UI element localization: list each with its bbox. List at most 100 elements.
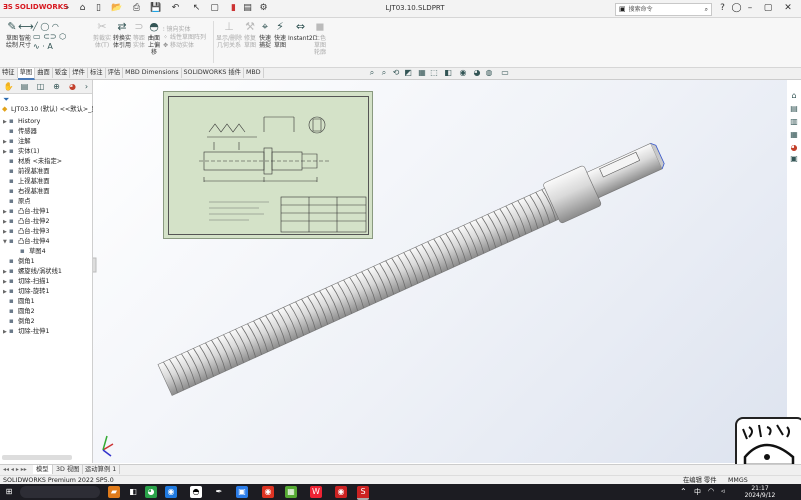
taskbar-search-box[interactable] bbox=[20, 486, 100, 498]
tree-item[interactable]: ▪ 圆角1 bbox=[3, 296, 35, 306]
chat-taskbar-icon[interactable]: ◧ bbox=[127, 486, 139, 498]
save-icon[interactable]: 💾 bbox=[150, 3, 161, 14]
display-relations-button[interactable]: ⊥ 显示/删除 几何关系 bbox=[216, 20, 242, 49]
graphics-area[interactable] bbox=[93, 80, 787, 463]
new-file-icon[interactable]: ▯ bbox=[93, 3, 104, 14]
tree-item[interactable]: ▶ ▪ History bbox=[3, 116, 40, 126]
polygon-icon[interactable]: ⬡ bbox=[59, 32, 66, 41]
solidworks-taskbar-icon[interactable]: S bbox=[357, 486, 369, 500]
photos-taskbar-icon[interactable]: ▣ bbox=[236, 486, 248, 498]
display-manager-tab-icon[interactable]: ◕ bbox=[66, 81, 79, 92]
tree-item[interactable]: ▶ ▪ 螺旋线/涡状线1 bbox=[3, 266, 62, 276]
arc-icon[interactable]: ◠ bbox=[52, 22, 59, 31]
feature-manager-tab-icon[interactable]: ✋ bbox=[2, 81, 15, 92]
file-explorer-taskbar-icon[interactable]: ▰ bbox=[108, 486, 120, 498]
tab-features[interactable]: 特征 bbox=[0, 68, 18, 78]
zoom-to-fit-icon[interactable]: ⌕ bbox=[367, 68, 377, 78]
zoom-to-area-icon[interactable]: ⌕ bbox=[379, 68, 389, 78]
apply-scene-icon[interactable]: ◍ bbox=[484, 68, 494, 78]
tool-taskbar-icon[interactable]: ▦ bbox=[285, 486, 297, 498]
tab-3d-views[interactable]: 3D 视图 bbox=[53, 465, 84, 474]
wps-taskbar-icon[interactable]: W bbox=[310, 486, 322, 498]
close-button[interactable]: ✕ bbox=[781, 2, 795, 15]
select-icon[interactable]: ↖ bbox=[191, 3, 202, 14]
solidworks-logo[interactable]: ƎS SOLIDWORKS bbox=[3, 3, 68, 11]
tree-item[interactable]: ▶ ▪ 注解 bbox=[3, 136, 31, 146]
edit-appearance-icon[interactable]: ◕ bbox=[472, 68, 482, 78]
trim-entities-button[interactable]: ✂ 剪裁实 体(T) bbox=[91, 20, 113, 49]
print-icon[interactable]: ⎙ bbox=[131, 3, 142, 14]
minimize-button[interactable]: – bbox=[743, 2, 757, 15]
tab-surfaces[interactable]: 曲面 bbox=[35, 68, 53, 78]
app-red-taskbar-icon[interactable]: ◉ bbox=[335, 486, 347, 498]
volume-icon[interactable]: ◃ bbox=[721, 487, 725, 495]
options-gear-icon[interactable]: ⚙ bbox=[258, 3, 269, 14]
open-icon[interactable]: 📂 bbox=[111, 3, 122, 14]
tray-chevron-icon[interactable]: ⌃ bbox=[680, 487, 687, 496]
repair-sketch-button[interactable]: ⚒ 修复 草图 bbox=[242, 20, 258, 49]
tree-item[interactable]: ▪ 上视基准面 bbox=[3, 176, 49, 186]
dynamic-annotation-icon[interactable]: ▦ bbox=[417, 68, 427, 78]
previous-view-icon[interactable]: ⟲ bbox=[391, 68, 401, 78]
dimxpert-tab-icon[interactable]: ⊕ bbox=[50, 81, 63, 92]
spline-icon[interactable]: ∿ bbox=[33, 42, 40, 51]
tree-item[interactable]: ▪ 原点 bbox=[3, 196, 31, 206]
sketch-entities-group[interactable]: ╱ ◯ ◠ ▭ ⊂⊃ ⬡ ∿ · A bbox=[33, 22, 83, 52]
windows-start-icon[interactable]: ⊞ bbox=[3, 486, 15, 498]
edge-taskbar-icon[interactable]: ◉ bbox=[165, 486, 177, 498]
home-task-icon[interactable]: ⌂ bbox=[788, 90, 800, 102]
resources-icon[interactable]: ▤ bbox=[788, 103, 800, 115]
tab-model[interactable]: 模型 bbox=[33, 465, 53, 474]
rectangle-icon[interactable]: ▭ bbox=[33, 32, 41, 41]
recorder-taskbar-icon[interactable]: ◉ bbox=[262, 486, 274, 498]
tab-sketch[interactable]: 草图 bbox=[17, 68, 36, 80]
tab-motion-study[interactable]: 运动算例 1 bbox=[82, 465, 121, 474]
tab-mbd[interactable]: MBD bbox=[244, 68, 264, 78]
line-icon[interactable]: ╱ bbox=[33, 22, 38, 31]
tab-solidworks-addins[interactable]: SOLIDWORKS 插件 bbox=[182, 68, 244, 78]
tree-item[interactable]: ▪ 前视基准面 bbox=[3, 166, 49, 176]
quick-snaps-button[interactable]: ⌖ 快速 捕捉 bbox=[257, 20, 273, 49]
tree-item[interactable]: ▶ ▪ 实体(1) bbox=[3, 146, 40, 156]
tree-item[interactable]: ▪ 材质 <未指定> bbox=[3, 156, 62, 166]
tree-item[interactable]: ▼ ▪ 凸台-拉伸4 bbox=[3, 236, 49, 246]
display-style-icon[interactable]: ◧ bbox=[443, 68, 453, 78]
rapid-sketch-button[interactable]: ⚡ 快速 草图 bbox=[272, 20, 288, 49]
tree-item[interactable]: ▶ ▪ 凸台-拉伸3 bbox=[3, 226, 49, 236]
view-orientation-icon[interactable]: ⬚ bbox=[429, 68, 439, 78]
custom-properties-icon[interactable]: ▣ bbox=[788, 153, 800, 165]
chevron-right-icon[interactable]: › bbox=[62, 3, 73, 14]
help-icon[interactable]: ? bbox=[717, 3, 728, 14]
mirror-entities-item[interactable]: ⫶ 镜向实体 bbox=[163, 26, 206, 34]
traffic-light-icon[interactable]: ▮ bbox=[228, 3, 239, 14]
instant2d-button[interactable]: ⇔ Instant2D bbox=[288, 20, 317, 42]
view-settings-icon[interactable]: ▭ bbox=[500, 68, 510, 78]
tree-item[interactable]: ▶ ▪ 凸台-拉伸1 bbox=[3, 206, 49, 216]
hide-show-items-icon[interactable]: ◉ bbox=[458, 68, 468, 78]
section-view-icon[interactable]: ◩ bbox=[403, 68, 413, 78]
taskbar-clock[interactable]: 21:17 2024/9/12 bbox=[740, 485, 780, 499]
home-icon[interactable]: ⌂ bbox=[77, 3, 88, 14]
property-manager-tab-icon[interactable]: ▤ bbox=[18, 81, 31, 92]
tab-weldments[interactable]: 焊件 bbox=[70, 68, 88, 78]
tree-item[interactable]: ▪ 传感器 bbox=[3, 126, 37, 136]
tab-evaluate[interactable]: 评估 bbox=[106, 68, 124, 78]
panel-horizontal-scrollbar[interactable] bbox=[2, 455, 72, 460]
app-taskbar-icon[interactable]: ◓ bbox=[190, 486, 202, 498]
rebuild-icon[interactable]: ▢ bbox=[209, 3, 220, 14]
slot-icon[interactable]: ⊂⊃ bbox=[43, 32, 56, 41]
pen-taskbar-icon[interactable]: ✒ bbox=[213, 486, 225, 498]
tree-item[interactable]: ▪ 圆角2 bbox=[3, 306, 35, 316]
account-icon[interactable]: ◯ bbox=[731, 3, 742, 14]
tree-item[interactable]: ▶ ▪ 凸台-拉伸2 bbox=[3, 216, 49, 226]
tree-item[interactable]: ▪ 倒角1 bbox=[3, 256, 35, 266]
tree-item[interactable]: ▶ ▪ 切除-扫描1 bbox=[3, 276, 49, 286]
tree-item[interactable]: ▶ ▪ 切除-拉伸1 bbox=[3, 326, 49, 336]
offset-on-surface-button[interactable]: ◓ 曲面 上偏 移 bbox=[143, 20, 165, 56]
search-commands-input[interactable]: ▣ 搜索命令 ⌕ bbox=[615, 3, 712, 16]
tab-mbd-dimensions[interactable]: MBD Dimensions bbox=[123, 68, 182, 78]
point-icon[interactable]: · bbox=[42, 42, 45, 51]
threaded-shaft-model[interactable] bbox=[93, 80, 787, 463]
file-explorer-icon[interactable]: ▦ bbox=[788, 129, 800, 141]
tab-nav-arrows-icon[interactable]: ◂◂ ◂ ▸ ▸▸ bbox=[3, 466, 27, 473]
